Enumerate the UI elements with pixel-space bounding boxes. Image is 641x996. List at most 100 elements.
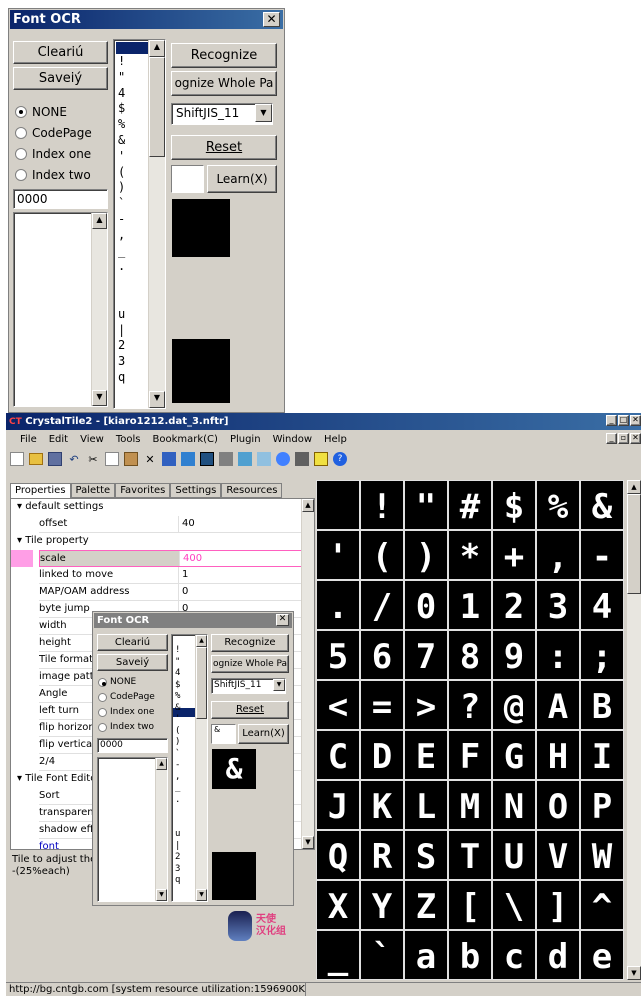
delete-icon[interactable]: ✕ <box>143 453 157 466</box>
radio-none[interactable]: NONE <box>15 105 67 119</box>
radio-index-two[interactable]: Index two <box>15 168 91 182</box>
close-button[interactable]: ✕ <box>276 614 289 626</box>
font-icon[interactable] <box>295 452 309 466</box>
menu-window[interactable]: Window <box>273 434 312 445</box>
help-icon[interactable]: ? <box>333 452 347 466</box>
radio-codepage[interactable]: CodePage <box>98 692 155 702</box>
recognize-whole-page-button[interactable]: ognize Whole Pa <box>211 655 289 673</box>
edit-icon[interactable] <box>257 452 271 466</box>
property-row-map-oam-address[interactable]: MAP/OAM address 0 <box>39 584 311 601</box>
scroll-down-arrow[interactable]: ▼ <box>196 889 207 901</box>
chevron-down-icon[interactable]: ▼ <box>255 104 272 122</box>
property-row-offset[interactable]: offset 40 <box>39 516 311 533</box>
tab-favorites[interactable]: Favorites <box>115 483 171 498</box>
grid-icon[interactable] <box>314 452 328 466</box>
menu-plugin[interactable]: Plugin <box>230 434 261 445</box>
radio-codepage[interactable]: CodePage <box>15 126 92 140</box>
tile-cell[interactable] <box>316 480 360 530</box>
tab-settings[interactable]: Settings <box>170 483 222 498</box>
property-scrollbar[interactable]: ▲ ▼ <box>301 499 314 849</box>
scroll-up-arrow[interactable]: ▲ <box>149 40 165 57</box>
child-close-button[interactable]: ✕ <box>630 433 641 444</box>
menu-help[interactable]: Help <box>324 434 347 445</box>
scroll-down-arrow[interactable]: ▼ <box>627 966 641 980</box>
radio-index-one[interactable]: Index one <box>98 707 154 717</box>
save-button[interactable]: Saveiý <box>13 67 108 90</box>
new-icon[interactable] <box>10 452 24 466</box>
maximize-button[interactable]: □ <box>618 415 629 426</box>
scroll-thumb[interactable] <box>627 494 641 594</box>
cut-icon[interactable]: ✂ <box>86 453 100 466</box>
encoding-select[interactable]: ShiftJIS_11 ▼ <box>171 103 273 125</box>
close-button[interactable]: ✕ <box>630 415 641 426</box>
scroll-down-arrow[interactable]: ▼ <box>302 836 314 849</box>
menu-edit[interactable]: Edit <box>49 434 68 445</box>
radio-none[interactable]: NONE <box>98 677 136 687</box>
learn-button[interactable]: Learn(X) <box>238 724 289 744</box>
radio-index-two[interactable]: Index two <box>98 722 154 732</box>
save-button[interactable]: Saveiý <box>97 654 168 671</box>
clear-button[interactable]: Cleariú <box>13 41 108 64</box>
glyph-list[interactable]: ! " 4 $ % & ' ( ) ` - , _ . u | 2 3 q ▲ … <box>113 39 166 409</box>
glyph-list-scrollbar[interactable]: ▲ ▼ <box>195 635 207 901</box>
tab-resources[interactable]: Resources <box>221 483 283 498</box>
recognize-button[interactable]: Recognize <box>211 634 289 652</box>
char-input[interactable] <box>171 165 204 193</box>
scroll-down-arrow[interactable]: ▼ <box>92 390 107 406</box>
palette-icon[interactable] <box>219 452 233 466</box>
preview-listbox[interactable]: ▲ ▼ <box>13 212 108 407</box>
open-icon[interactable] <box>29 453 43 465</box>
listbox-scrollbar[interactable]: ▲ ▼ <box>91 213 107 406</box>
config-icon[interactable] <box>276 452 290 466</box>
tile-view-icon[interactable] <box>200 452 214 466</box>
save-icon[interactable] <box>48 452 62 466</box>
code-input[interactable]: 0000 <box>13 189 108 209</box>
recognize-button[interactable]: Recognize <box>171 43 277 68</box>
scroll-thumb[interactable] <box>196 647 207 719</box>
scroll-up-arrow[interactable]: ▲ <box>627 480 641 494</box>
tab-palette[interactable]: Palette <box>70 483 116 498</box>
reset-button[interactable]: Reset <box>171 135 277 160</box>
chevron-down-icon[interactable]: ▼ <box>273 679 285 691</box>
goto-icon[interactable] <box>162 452 176 466</box>
menu-view[interactable]: View <box>80 434 104 445</box>
radio-index-one[interactable]: Index one <box>15 147 91 161</box>
scroll-up-arrow[interactable]: ▲ <box>92 213 107 229</box>
tile-scrollbar[interactable]: ▲ ▼ <box>626 480 641 980</box>
close-button[interactable]: ✕ <box>263 12 280 27</box>
scroll-thumb[interactable] <box>149 57 165 157</box>
glyph-list[interactable]: ! " 4 $ % & ' ( ) ` - , _ . u | 2 3 q ▲ … <box>171 634 208 902</box>
scroll-up-arrow[interactable]: ▲ <box>302 499 314 512</box>
scroll-down-arrow[interactable]: ▼ <box>156 889 167 901</box>
child-minimize-button[interactable]: _ <box>606 433 617 444</box>
scroll-up-arrow[interactable]: ▲ <box>196 635 207 647</box>
learn-button[interactable]: Learn(X) <box>207 165 277 193</box>
menu-tools[interactable]: Tools <box>116 434 141 445</box>
bookmark-icon[interactable] <box>181 452 195 466</box>
clear-button[interactable]: Cleariú <box>97 634 168 651</box>
code-input[interactable]: 0000 <box>97 738 168 753</box>
copy-icon[interactable] <box>105 452 119 466</box>
tile-viewer[interactable]: ! " # $% & ' () * +, -. / 0 1 2 3 4 5 6 7 8 9:; < = >? @ A B C D E F G H… <box>316 480 624 980</box>
scroll-down-arrow[interactable]: ▼ <box>149 391 165 408</box>
glyph-list-scrollbar[interactable]: ▲ ▼ <box>148 40 165 408</box>
category-tile-property[interactable]: ▾ Tile property <box>17 533 311 550</box>
recognize-whole-page-button[interactable]: ognize Whole Pa <box>171 71 277 96</box>
property-row-scale[interactable]: scale 400 <box>39 550 311 567</box>
reset-button[interactable]: Reset <box>211 701 289 719</box>
tab-properties[interactable]: Properties <box>10 483 71 498</box>
paste-icon[interactable] <box>124 452 138 466</box>
image-icon[interactable] <box>238 452 252 466</box>
menu-file[interactable]: File <box>20 434 37 445</box>
encoding-select[interactable]: ShiftJIS_11 ▼ <box>211 678 286 694</box>
preview-listbox[interactable]: ▲ ▼ <box>97 757 168 902</box>
char-input[interactable]: & <box>211 724 236 744</box>
minimize-button[interactable]: _ <box>606 415 617 426</box>
undo-icon[interactable]: ↶ <box>67 453 81 466</box>
scroll-up-arrow[interactable]: ▲ <box>156 758 167 770</box>
category-default-settings[interactable]: ▾ default settings <box>17 499 311 516</box>
property-row-linked-to-move[interactable]: linked to move 1 <box>39 567 311 584</box>
menu-bookmark[interactable]: Bookmark(C) <box>152 434 217 445</box>
child-restore-button[interactable]: ▫ <box>618 433 629 444</box>
listbox-scrollbar[interactable]: ▲ ▼ <box>155 758 167 901</box>
